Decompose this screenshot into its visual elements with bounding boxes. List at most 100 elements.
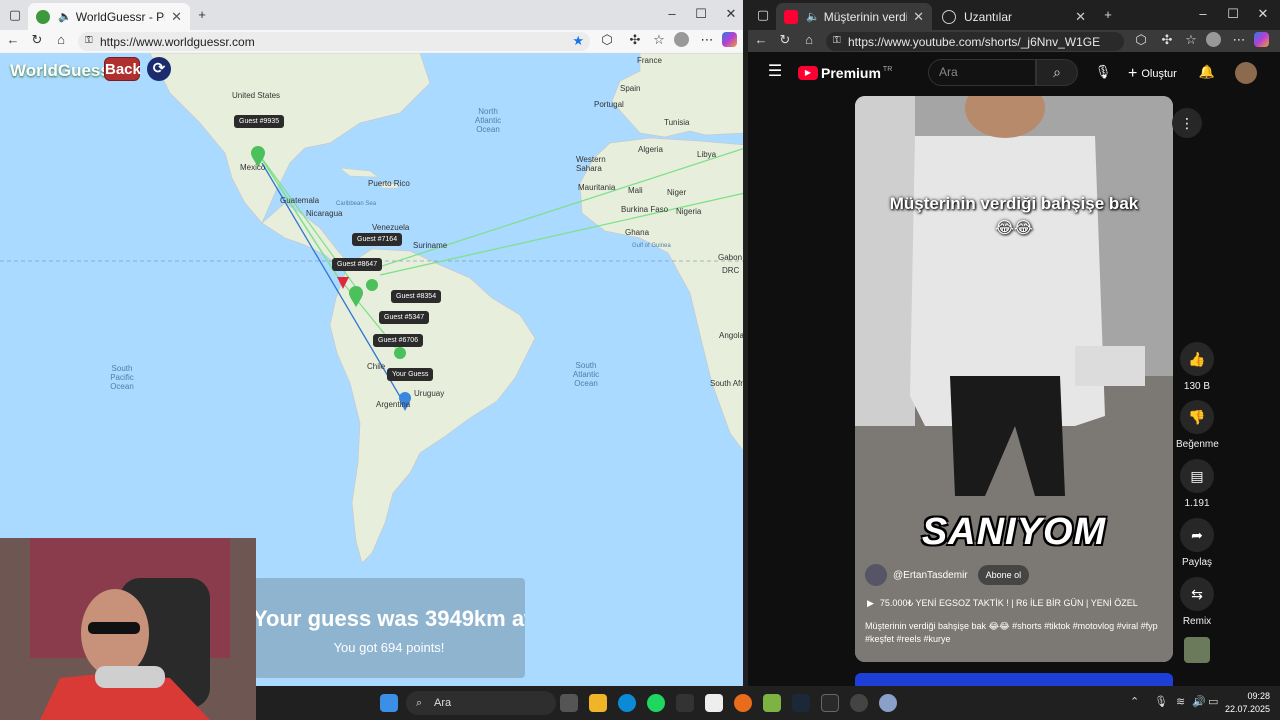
- steam-icon[interactable]: [792, 694, 810, 712]
- maximize-icon[interactable]: ☐: [1224, 6, 1242, 24]
- reload-icon[interactable]: ↻: [776, 32, 794, 50]
- reload-icon[interactable]: ↻: [28, 32, 46, 50]
- volume-icon[interactable]: 🔊: [1192, 695, 1206, 708]
- map-label: Portugal: [594, 100, 624, 109]
- more-options-icon[interactable]: ⋮: [1172, 108, 1202, 138]
- favorites-icon[interactable]: ☆: [650, 32, 668, 50]
- close-window-icon[interactable]: ✕: [722, 6, 740, 24]
- tab-extensions[interactable]: Uzantılar ✕: [934, 3, 1094, 30]
- tab-youtube[interactable]: 🔈 Müşterinin verdiği bahşişe bak ✕: [776, 3, 932, 30]
- minimize-icon[interactable]: –: [1194, 6, 1212, 24]
- start-windows-icon[interactable]: [380, 694, 398, 712]
- guess-marker[interactable]: [394, 347, 406, 359]
- dislike-button[interactable]: 👎 Beğenme: [1176, 400, 1219, 450]
- app-icon[interactable]: [763, 694, 781, 712]
- spotify-icon[interactable]: [647, 694, 665, 712]
- more-menu-icon[interactable]: ⋯: [1230, 32, 1248, 50]
- close-tab-icon[interactable]: ✕: [1075, 9, 1086, 25]
- tab-actions-icon[interactable]: ▢: [754, 7, 772, 25]
- guess-marker[interactable]: [366, 279, 378, 291]
- map-label: Suriname: [413, 241, 448, 250]
- app-icon[interactable]: [705, 694, 723, 712]
- remix-button[interactable]: ⇆ Remix: [1176, 577, 1218, 627]
- epic-games-icon[interactable]: [821, 694, 839, 712]
- puzzle-icon[interactable]: ✣: [1158, 32, 1176, 50]
- wifi-icon[interactable]: ≋: [1176, 695, 1185, 708]
- channel-name[interactable]: @ErtanTasdemir: [893, 570, 968, 581]
- microphone-icon[interactable]: 🎙: [1094, 64, 1112, 82]
- new-tab-icon[interactable]: +: [193, 7, 211, 25]
- url-field[interactable]: ⚿ https://www.worldguessr.com ★: [78, 32, 590, 51]
- plus-icon: +: [1128, 65, 1138, 82]
- worldguessr-logo: WorldGuessr: [10, 61, 117, 80]
- favorite-star-icon[interactable]: ★: [572, 33, 584, 49]
- map-label: Venezuela: [372, 223, 410, 232]
- next-short-preview[interactable]: [855, 673, 1173, 686]
- channel-avatar[interactable]: [865, 564, 887, 586]
- like-button[interactable]: 👍 130 B: [1176, 342, 1218, 392]
- tab-worldguessr[interactable]: 🔈 WorldGuessr - Play Geoguessr ✕: [28, 3, 190, 30]
- copilot-icon[interactable]: [1254, 32, 1269, 47]
- back-arrow-icon[interactable]: ←: [4, 32, 22, 50]
- edge-browser-icon[interactable]: [618, 694, 636, 712]
- minimize-icon[interactable]: –: [663, 6, 681, 24]
- back-arrow-icon[interactable]: ←: [752, 32, 770, 50]
- subscribe-button[interactable]: Abone ol: [977, 565, 1030, 585]
- tab-actions-icon[interactable]: ▢: [6, 7, 24, 25]
- site-info-icon[interactable]: ⚿: [85, 35, 93, 46]
- extensions-icon[interactable]: ⬡: [1132, 32, 1150, 50]
- favorites-icon[interactable]: ☆: [1182, 32, 1200, 50]
- site-info-icon[interactable]: ⚿: [833, 35, 841, 46]
- back-button[interactable]: Back: [104, 57, 141, 81]
- close-window-icon[interactable]: ✕: [1254, 6, 1272, 24]
- speaker-icon: 🔈: [806, 11, 820, 23]
- extensions-icon[interactable]: ⬡: [598, 32, 616, 50]
- youtube-logo[interactable]: ▶ Premium TR: [798, 65, 892, 81]
- ocean-label: South Pacific Ocean: [110, 364, 134, 391]
- share-button[interactable]: ➦ Paylaş: [1176, 518, 1218, 568]
- app-icon[interactable]: [850, 694, 868, 712]
- promo-link[interactable]: ▶ 75.000₺ YENİ EGSOZ TAKTİK ! | R6 İLE B…: [867, 598, 1138, 609]
- channel-row: @ErtanTasdemir Abone ol: [865, 564, 1030, 586]
- notifications-bell-icon[interactable]: 🔔: [1198, 64, 1216, 82]
- file-explorer-icon[interactable]: [589, 694, 607, 712]
- create-button[interactable]: + Oluştur: [1128, 65, 1177, 83]
- refresh-icon[interactable]: ⟳: [147, 57, 171, 81]
- home-icon[interactable]: ⌂: [52, 32, 70, 50]
- new-tab-icon[interactable]: +: [1099, 7, 1117, 25]
- play-icon: ▶: [867, 598, 874, 608]
- clock[interactable]: 09:28 22.07.2025: [1212, 690, 1270, 716]
- sound-thumbnail[interactable]: [1184, 637, 1210, 663]
- profile-icon[interactable]: [1206, 32, 1221, 47]
- left-tab-bar: ▢ 🔈 WorldGuessr - Play Geoguessr ✕ + – ☐…: [0, 0, 743, 30]
- url-field[interactable]: ⚿ https://www.youtube.com/shorts/_j6Nnv_…: [826, 32, 1124, 51]
- tray-chevron-up-icon[interactable]: ⌃: [1130, 695, 1139, 708]
- search-button[interactable]: ⌕: [1036, 59, 1078, 86]
- settings-gear-icon[interactable]: [879, 694, 897, 712]
- shorts-video-player[interactable]: Müşterinin verdiği bahşişe bak 😂😂 SANIYO…: [855, 96, 1173, 662]
- avatar[interactable]: [1235, 62, 1257, 84]
- speaker-icon: 🔈: [58, 11, 72, 23]
- capcut-icon[interactable]: [676, 694, 694, 712]
- hamburger-menu-icon[interactable]: ☰: [766, 64, 784, 82]
- tray-microphone-icon[interactable]: 🎙: [1154, 695, 1168, 708]
- dislike-label: Beğenme: [1176, 439, 1219, 450]
- map-label: Burkina Faso: [621, 205, 669, 214]
- close-tab-icon[interactable]: ✕: [913, 9, 924, 25]
- map-label: Mali: [628, 186, 643, 195]
- maximize-icon[interactable]: ☐: [692, 6, 710, 24]
- brave-icon[interactable]: [734, 694, 752, 712]
- profile-icon[interactable]: [674, 32, 689, 47]
- extensions-favicon-icon: [942, 9, 956, 24]
- more-menu-icon[interactable]: ⋯: [698, 32, 716, 50]
- comments-button[interactable]: ▤ 1.191: [1176, 459, 1218, 509]
- copilot-icon[interactable]: [722, 32, 737, 47]
- close-tab-icon[interactable]: ✕: [171, 9, 182, 25]
- country-code: TR: [882, 65, 893, 73]
- taskbar-search[interactable]: ⌕ Ara: [406, 691, 556, 715]
- home-icon[interactable]: ⌂: [800, 32, 818, 50]
- puzzle-icon[interactable]: ✣: [626, 32, 644, 50]
- search-input[interactable]: Ara: [928, 59, 1036, 86]
- task-view-icon[interactable]: [560, 694, 578, 712]
- webcam-overlay: [0, 538, 256, 720]
